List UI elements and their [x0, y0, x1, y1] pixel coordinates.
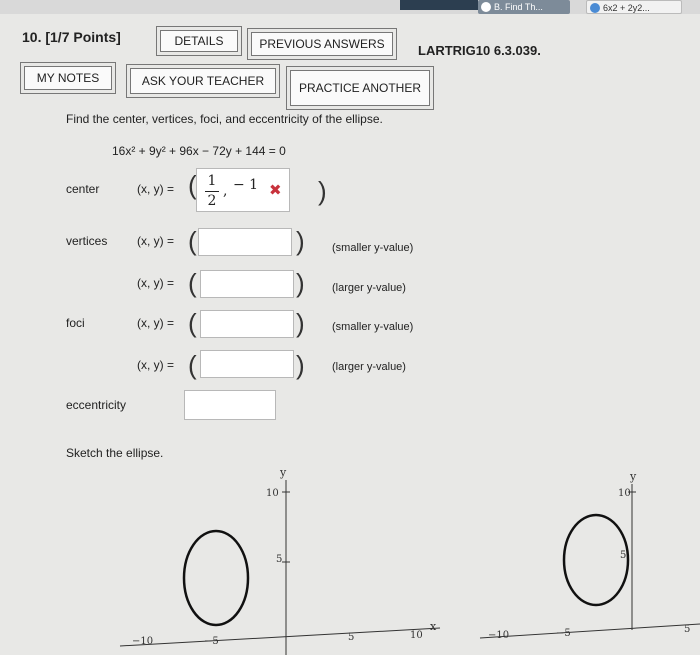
- question-panel: 10. [1/7 Points] DETAILS PREVIOUS ANSWER…: [0, 0, 700, 655]
- graph-2-x-axis: [479, 623, 700, 639]
- graph-2-canvas[interactable]: [0, 0, 700, 655]
- graph-2-ellipse-sketch: [562, 513, 630, 607]
